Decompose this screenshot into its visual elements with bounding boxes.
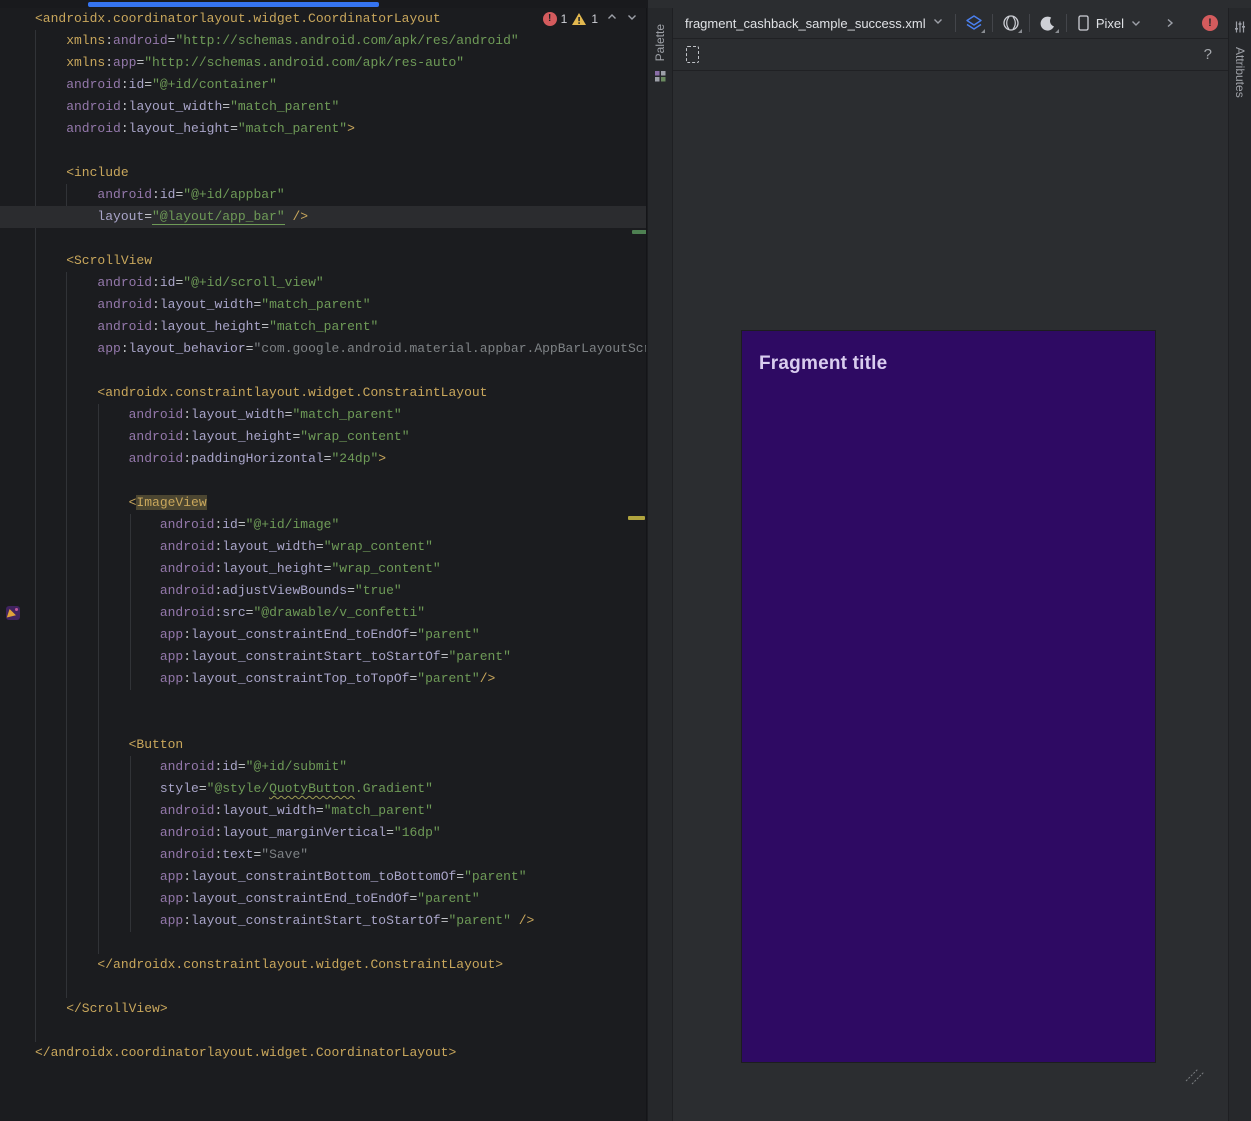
code-line[interactable]: android:layout_height="wrap_content" [0,426,647,448]
code-line[interactable]: android:paddingHorizontal="24dp"> [0,448,647,470]
code-line[interactable]: app:layout_constraintEnd_toEndOf="parent… [0,624,647,646]
toolbar-separator [955,14,956,32]
toolbar-separator [1066,14,1067,32]
code-line[interactable]: app:layout_constraintStart_toStartOf="pa… [0,910,647,932]
prev-issue-icon[interactable] [606,11,618,26]
code-line[interactable]: app:layout_constraintEnd_toEndOf="parent… [0,888,647,910]
code-line[interactable]: android:layout_width="match_parent" [0,800,647,822]
code-line[interactable]: android:layout_marginVertical="16dp" [0,822,647,844]
code-line[interactable] [0,932,647,954]
code-line[interactable]: <ScrollView [0,250,647,272]
progress-bar [88,2,379,7]
code-line[interactable]: style="@style/QuotyButton.Gradient" [0,778,647,800]
code-line[interactable]: app:layout_constraintBottom_toBottomOf="… [0,866,647,888]
code-line[interactable]: android:id="@+id/scroll_view" [0,272,647,294]
code-line[interactable] [0,228,647,250]
dropdown-corner-icon [1055,29,1059,33]
code-line[interactable]: app:layout_behavior="com.google.android.… [0,338,647,360]
code-line[interactable]: app:layout_constraintTop_toTopOf="parent… [0,668,647,690]
code-line[interactable] [0,712,647,734]
code-line[interactable] [0,470,647,492]
palette-icon[interactable] [654,70,667,88]
code-line[interactable]: app:layout_constraintStart_toStartOf="pa… [0,646,647,668]
file-tab[interactable]: fragment_cashback_sample_success.xml [685,16,926,31]
error-icon[interactable]: ! [543,12,557,26]
file-tab-chevron-icon[interactable] [932,14,944,32]
attributes-icon[interactable] [1233,20,1247,39]
error-count: 1 [561,12,568,26]
vcs-change-mark [632,230,647,234]
code-area[interactable]: <androidx.coordinatorlayout.widget.Coord… [0,8,647,1064]
code-line[interactable]: android:adjustViewBounds="true" [0,580,647,602]
code-line[interactable]: <androidx.constraintlayout.widget.Constr… [0,382,647,404]
code-line[interactable]: android:layout_height="wrap_content" [0,558,647,580]
code-line[interactable] [0,976,647,998]
dropdown-corner-icon [1018,29,1022,33]
code-line[interactable] [0,1020,647,1042]
code-line[interactable]: xmlns:android="http://schemas.android.co… [0,30,647,52]
attributes-stripe-label[interactable]: Attributes [1233,47,1247,98]
code-line[interactable]: android:id="@+id/appbar" [0,184,647,206]
code-line[interactable]: </androidx.coordinatorlayout.widget.Coor… [0,1042,647,1064]
device-chevron-icon [1130,17,1142,29]
dropdown-corner-icon [981,29,985,33]
layout-design-panel: Palette fragment_cashback_sample_success… [648,0,1251,1121]
code-line[interactable]: android:src="@drawable/v_confetti" [0,602,647,624]
attributes-tool-stripe[interactable]: Attributes [1228,8,1251,1121]
code-line[interactable]: android:layout_width="wrap_content" [0,536,647,558]
fragment-title-text: Fragment title [759,353,1138,375]
code-line[interactable] [0,360,647,382]
warning-stripe-mark [628,516,645,520]
code-line[interactable] [0,690,647,712]
device-selector[interactable]: Pixel [1073,14,1146,32]
device-label: Pixel [1096,16,1124,31]
issues-badge[interactable]: ! [1202,15,1218,31]
code-line[interactable]: android:layout_width="match_parent" [0,96,647,118]
code-line[interactable]: layout="@layout/app_bar" /> [0,206,647,228]
drawable-preview-icon[interactable] [6,606,20,620]
warning-icon[interactable] [571,12,587,26]
preview-resize-handle[interactable] [1183,1065,1207,1092]
code-line[interactable]: </ScrollView> [0,998,647,1020]
design-surface-button[interactable] [962,11,986,35]
orientation-button[interactable] [999,11,1023,35]
toolbar-separator [1029,14,1030,32]
code-line[interactable]: android:layout_height="match_parent"> [0,118,647,140]
more-tools-button[interactable] [1158,11,1182,35]
palette-stripe-label[interactable]: Palette [653,24,667,61]
code-line[interactable]: android:id="@+id/submit" [0,756,647,778]
device-frame-icon[interactable] [686,46,699,63]
canvas-toolbar: ? [673,39,1228,71]
code-line[interactable]: android:layout_width="match_parent" [0,294,647,316]
code-line[interactable]: <include [0,162,647,184]
phone-icon [1077,14,1090,32]
code-line[interactable]: android:id="@+id/image" [0,514,647,536]
design-canvas[interactable]: Fragment title [673,71,1228,1121]
next-issue-icon[interactable] [626,11,638,26]
help-button[interactable]: ? [1204,46,1212,63]
night-mode-button[interactable] [1036,11,1060,35]
code-line[interactable]: android:id="@+id/container" [0,74,647,96]
palette-tool-stripe[interactable]: Palette [648,8,673,1121]
layout-preview[interactable]: Fragment title [742,331,1155,1062]
code-line[interactable] [0,140,647,162]
code-line[interactable]: android:layout_width="match_parent" [0,404,647,426]
code-line[interactable]: <ImageView [0,492,647,514]
code-line[interactable]: android:text="Save" [0,844,647,866]
code-line[interactable]: xmlns:app="http://schemas.android.com/ap… [0,52,647,74]
toolbar-separator [992,14,993,32]
inspector-widget[interactable]: ! 1 1 [543,11,638,26]
design-toolbar: fragment_cashback_sample_success.xml [673,8,1228,39]
code-line[interactable]: <Button [0,734,647,756]
xml-editor-panel[interactable]: <androidx.coordinatorlayout.widget.Coord… [0,8,647,1121]
code-line[interactable]: </androidx.constraintlayout.widget.Const… [0,954,647,976]
code-line[interactable]: android:layout_height="match_parent" [0,316,647,338]
warning-count: 1 [591,12,598,26]
